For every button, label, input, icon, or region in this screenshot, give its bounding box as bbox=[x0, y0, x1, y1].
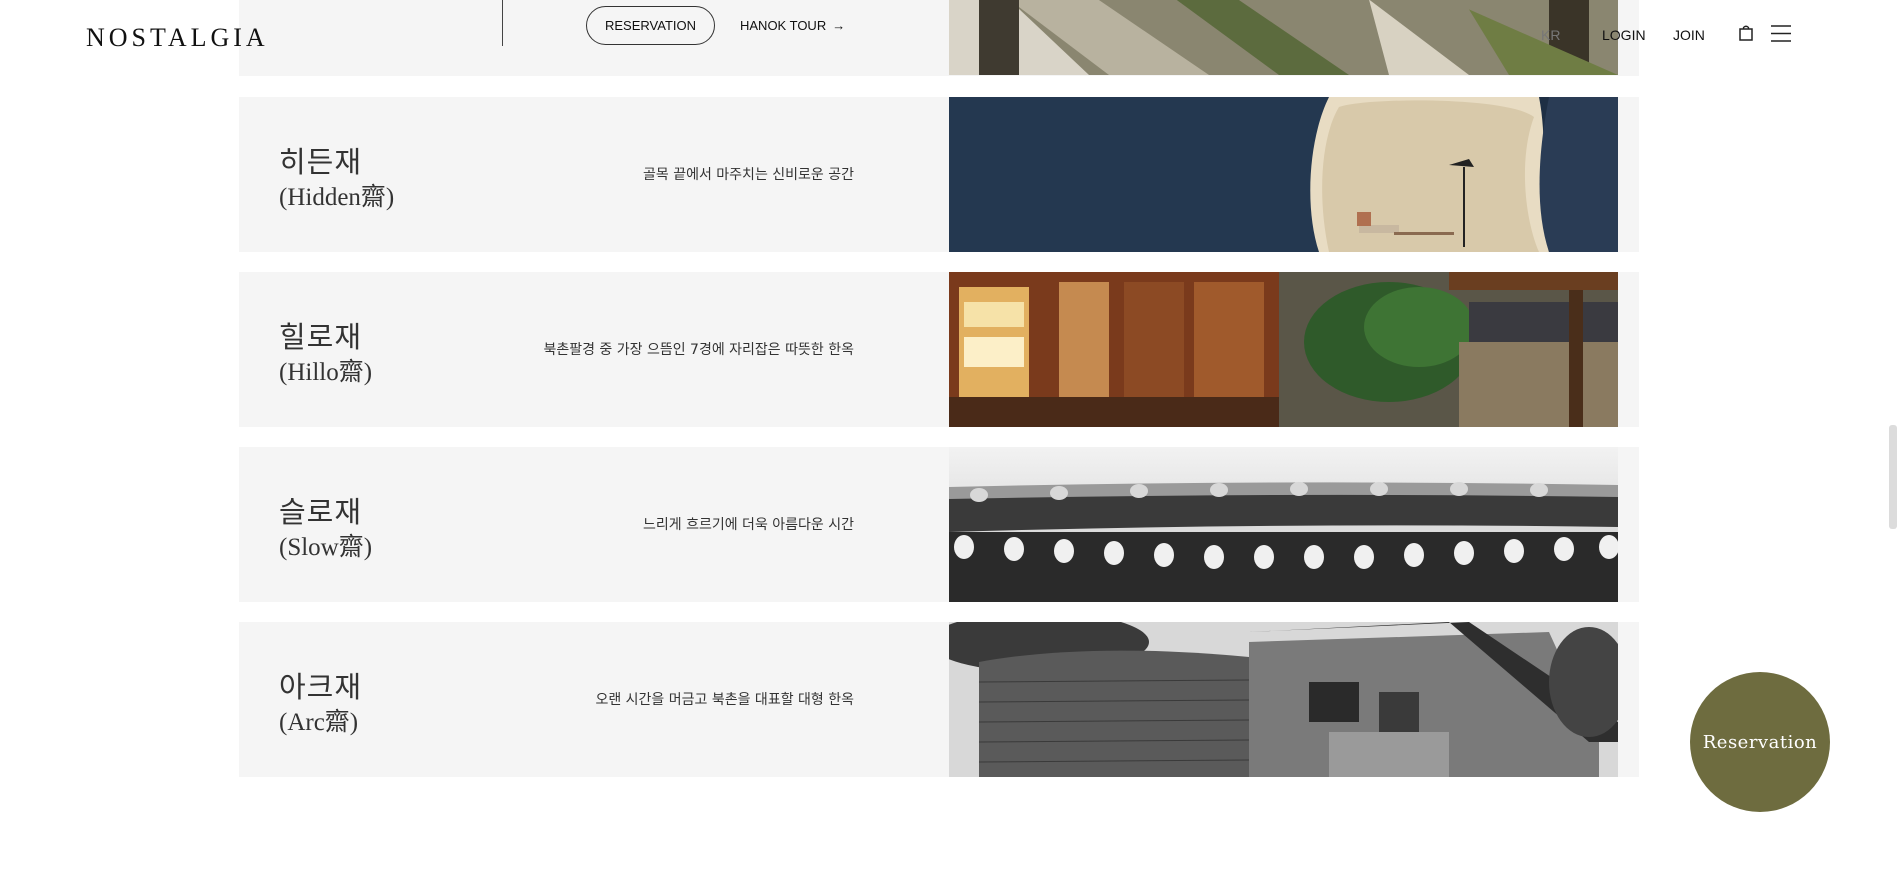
stay-name-en: (Arc齋) bbox=[279, 709, 359, 736]
stay-name-en: (Slow齋) bbox=[279, 534, 373, 561]
stay-description: 느리게 흐르기에 더욱 아름다운 시간 bbox=[643, 517, 854, 533]
stay-photo-slow[interactable] bbox=[949, 447, 1618, 602]
login-link[interactable]: LOGIN bbox=[1602, 27, 1646, 43]
stay-card-hillo[interactable]: 힐로재 (Hillo齋) 북촌팔경 중 가장 으뜸인 7경에 자리잡은 따뜻한 … bbox=[239, 272, 1639, 427]
stay-description: 오랜 시간을 머금고 북촌을 대표할 대형 한옥 bbox=[595, 692, 854, 708]
header-divider bbox=[502, 0, 503, 46]
shopping-bag-icon[interactable] bbox=[1739, 25, 1753, 41]
floating-reservation-button[interactable]: Reservation bbox=[1690, 672, 1830, 812]
stay-description: 북촌팔경 중 가장 으뜸인 7경에 자리잡은 따뜻한 한옥 bbox=[543, 342, 854, 358]
hamburger-menu-icon[interactable] bbox=[1771, 25, 1791, 42]
hanok-tour-link[interactable]: HANOK TOUR → bbox=[740, 18, 845, 33]
site-header: NOSTALGIA RESERVATION HANOK TOUR → KR LOG… bbox=[0, 0, 1901, 60]
stay-name-en: (Hillo齋) bbox=[279, 359, 373, 386]
join-link[interactable]: JOIN bbox=[1673, 27, 1705, 43]
stay-name-ko: 히든재 bbox=[279, 145, 363, 179]
arrow-right-icon: → bbox=[832, 18, 846, 33]
stay-name-ko: 힐로재 bbox=[279, 320, 363, 354]
reservation-button[interactable]: RESERVATION bbox=[586, 6, 715, 45]
stay-name-ko: 슬로재 bbox=[279, 495, 363, 529]
stay-name-en: (Hidden齋) bbox=[279, 184, 395, 211]
stay-card-slow[interactable]: 슬로재 (Slow齋) 느리게 흐르기에 더욱 아름다운 시간 bbox=[239, 447, 1639, 602]
page-scrollbar[interactable] bbox=[1889, 425, 1897, 529]
site-logo[interactable]: NOSTALGIA bbox=[86, 23, 269, 53]
language-toggle[interactable]: KR bbox=[1541, 27, 1560, 43]
stay-name-ko: 아크재 bbox=[279, 670, 363, 704]
stay-photo-hidden[interactable] bbox=[949, 97, 1618, 252]
stay-card-arc[interactable]: 아크재 (Arc齋) 오랜 시간을 머금고 북촌을 대표할 대형 한옥 bbox=[239, 622, 1639, 777]
stay-photo-hillo[interactable] bbox=[949, 272, 1618, 427]
hanok-tour-label: HANOK TOUR bbox=[740, 18, 827, 33]
stay-description: 골목 끝에서 마주치는 신비로운 공간 bbox=[643, 167, 854, 183]
stay-card-hidden[interactable]: 히든재 (Hidden齋) 골목 끝에서 마주치는 신비로운 공간 bbox=[239, 97, 1639, 252]
stay-photo-arc[interactable] bbox=[949, 622, 1618, 777]
